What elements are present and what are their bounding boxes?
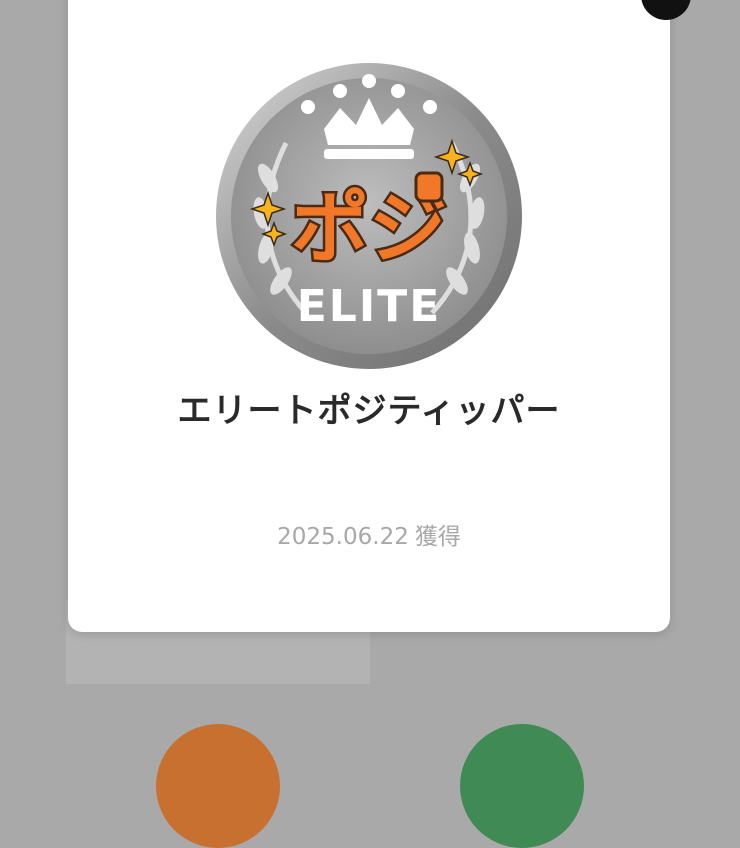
earned-label: 獲得 bbox=[414, 524, 461, 550]
badge-rank-text: ELITE bbox=[297, 281, 442, 332]
badge-detail-modal: ポジ ELITE エリートポジティッパー 2025.06.22 獲得 bbox=[68, 0, 670, 632]
background-badge-orange bbox=[156, 724, 280, 848]
elite-badge-medal: ポジ ELITE bbox=[216, 63, 522, 369]
earned-info: 2025.06.22 獲得 bbox=[68, 517, 670, 551]
badge-title: エリートポジティッパー bbox=[177, 391, 561, 431]
earned-date: 2025.06.22 bbox=[277, 524, 409, 550]
fist-icon bbox=[414, 171, 444, 203]
background-badge-green bbox=[460, 724, 584, 848]
